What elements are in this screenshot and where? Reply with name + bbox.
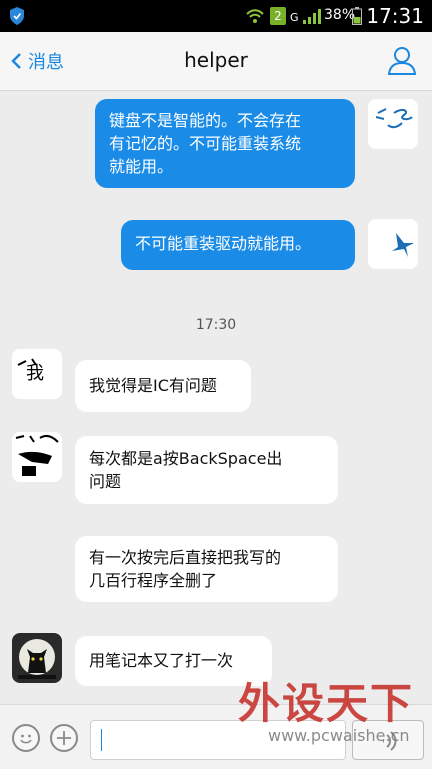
- emoji-button[interactable]: [12, 724, 40, 752]
- self-avatar[interactable]: [368, 99, 418, 149]
- emoji-icon: [20, 734, 32, 744]
- plus-button[interactable]: [50, 724, 78, 752]
- battery-percent: 38%: [324, 7, 356, 23]
- chat-title: helper: [184, 48, 248, 72]
- wifi-icon: [246, 9, 264, 23]
- contact-avatar[interactable]: [12, 633, 62, 683]
- status-bar: 2 G 38% 17:31: [0, 0, 432, 32]
- shield-icon: [10, 7, 24, 25]
- contact-avatar[interactable]: [12, 432, 62, 482]
- message-line: 问题: [89, 472, 122, 491]
- outgoing-message[interactable]: 键盘不是智能的。不会存在 有记忆的。不可能重装系统 就能用。: [95, 99, 355, 188]
- sim-indicator: 2: [270, 7, 286, 25]
- message-line: 不可能重装驱动就能用。: [135, 234, 312, 253]
- message-line: 几百行程序全删了: [89, 571, 218, 590]
- contact-avatar[interactable]: 我: [12, 349, 62, 399]
- incoming-message[interactable]: 我觉得是IC有问题: [75, 360, 251, 412]
- status-time: 17:31: [366, 4, 424, 28]
- network-type: G: [290, 11, 299, 24]
- message-line: 用笔记本又了打一次: [89, 651, 234, 670]
- watermark-url: www.pcwaishe.cn: [268, 726, 410, 745]
- incoming-message[interactable]: 有一次按完后直接把我写的 几百行程序全删了: [75, 536, 338, 602]
- profile-icon[interactable]: [386, 44, 418, 76]
- message-line: 有一次按完后直接把我写的: [89, 548, 282, 567]
- plus-icon: [57, 731, 71, 745]
- battery-icon: [352, 7, 362, 25]
- watermark: 外设天下 www.pcwaishe.cn: [228, 670, 428, 750]
- incoming-message[interactable]: 每次都是a按BackSpace出 问题: [75, 436, 338, 504]
- message-line: 有记忆的。不可能重装系统: [109, 134, 302, 153]
- self-avatar[interactable]: [368, 219, 418, 269]
- svg-text:我: 我: [26, 363, 44, 384]
- watermark-brand: 外设天下: [238, 679, 415, 728]
- message-list[interactable]: 键盘不是智能的。不会存在 有记忆的。不可能重装系统 就能用。 不可能重装驱动就能…: [0, 91, 432, 703]
- outgoing-message[interactable]: 不可能重装驱动就能用。: [121, 220, 355, 270]
- message-line: 每次都是a按BackSpace出: [89, 449, 283, 468]
- message-line: 就能用。: [109, 157, 174, 176]
- timestamp: 17:30: [195, 317, 237, 333]
- message-line: 键盘不是智能的。不会存在: [109, 111, 302, 130]
- signal-icon: [303, 9, 321, 24]
- message-line: 我觉得是IC有问题: [89, 376, 217, 395]
- text-cursor: [101, 729, 102, 751]
- chat-header: 消息 helper: [0, 32, 432, 91]
